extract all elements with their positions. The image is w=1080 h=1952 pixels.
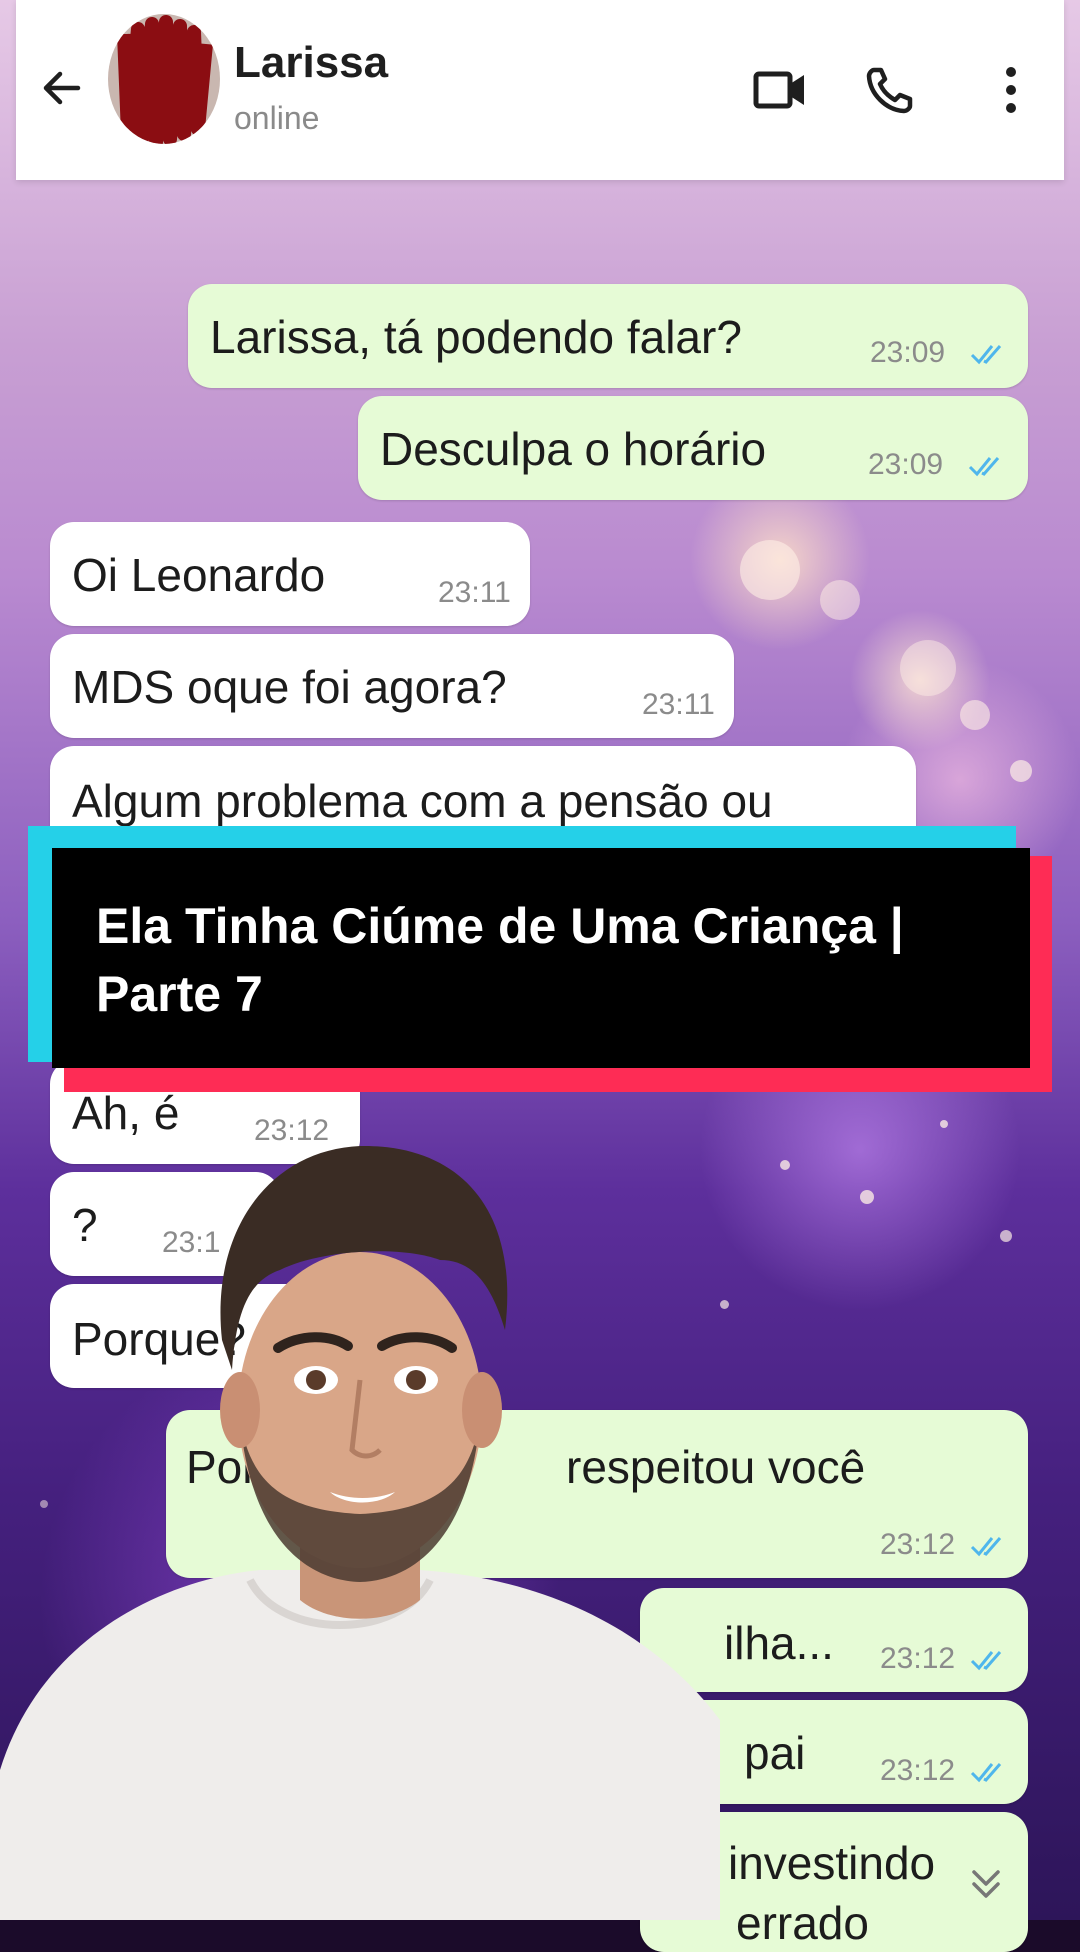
banner-title-line-2: Parte 7 [96,966,263,1022]
message-text: Algum problema com a pensão ou [72,775,773,827]
message-bubble-incoming[interactable]: MDS oque foi agora? 23:11 [50,634,734,738]
message-text: ilha... [724,1617,834,1669]
message-text: investindo [728,1837,936,1889]
chat-header: Larissa online [16,0,1064,180]
message-text: MDS oque foi agora? [72,661,507,713]
double-check-icon [970,1651,1002,1671]
double-check-icon [970,345,1002,365]
title-banner-text: Ela Tinha Ciúme de Uma Criança | Parte 7 [96,892,996,1028]
message-time: 23:11 [642,688,715,721]
contact-name[interactable]: Larissa [234,38,388,88]
message-time: 23:12 [880,1528,956,1561]
presenter-video-overlay [0,1145,720,1920]
message-text: Oi Leonardo [72,549,326,601]
message-time: 23:12 [880,1754,956,1787]
back-arrow-icon[interactable] [38,64,86,112]
banner-title-line-1: Ela Tinha Ciúme de Uma Criança | [96,898,904,954]
contact-status: online [234,100,320,136]
message-bubble-outgoing[interactable]: Desculpa o horário 23:09 [358,396,1028,500]
message-time: 23:09 [868,448,944,481]
message-text: Desculpa o horário [380,423,767,475]
message-bubble-outgoing[interactable]: Larissa, tá podendo falar? 23:09 [188,284,1028,388]
phone-icon[interactable] [864,64,920,116]
double-check-icon [970,1763,1002,1783]
redaction-scribble [117,15,213,144]
avatar[interactable] [108,14,220,144]
double-check-icon [968,457,1000,477]
message-text: Larissa, tá podendo falar? [210,311,742,363]
message-time: 23:09 [870,336,946,369]
video-call-icon[interactable] [752,64,808,116]
scroll-down-icon[interactable] [962,1858,1010,1906]
message-bubble-incoming[interactable]: Oi Leonardo 23:11 [50,522,530,626]
message-text-continued: errado [736,1897,869,1949]
more-options-icon[interactable] [996,64,1026,116]
double-check-icon [970,1537,1002,1557]
message-text: pai [744,1727,806,1779]
message-time: 23:11 [438,576,511,609]
message-time: 23:12 [880,1642,956,1675]
